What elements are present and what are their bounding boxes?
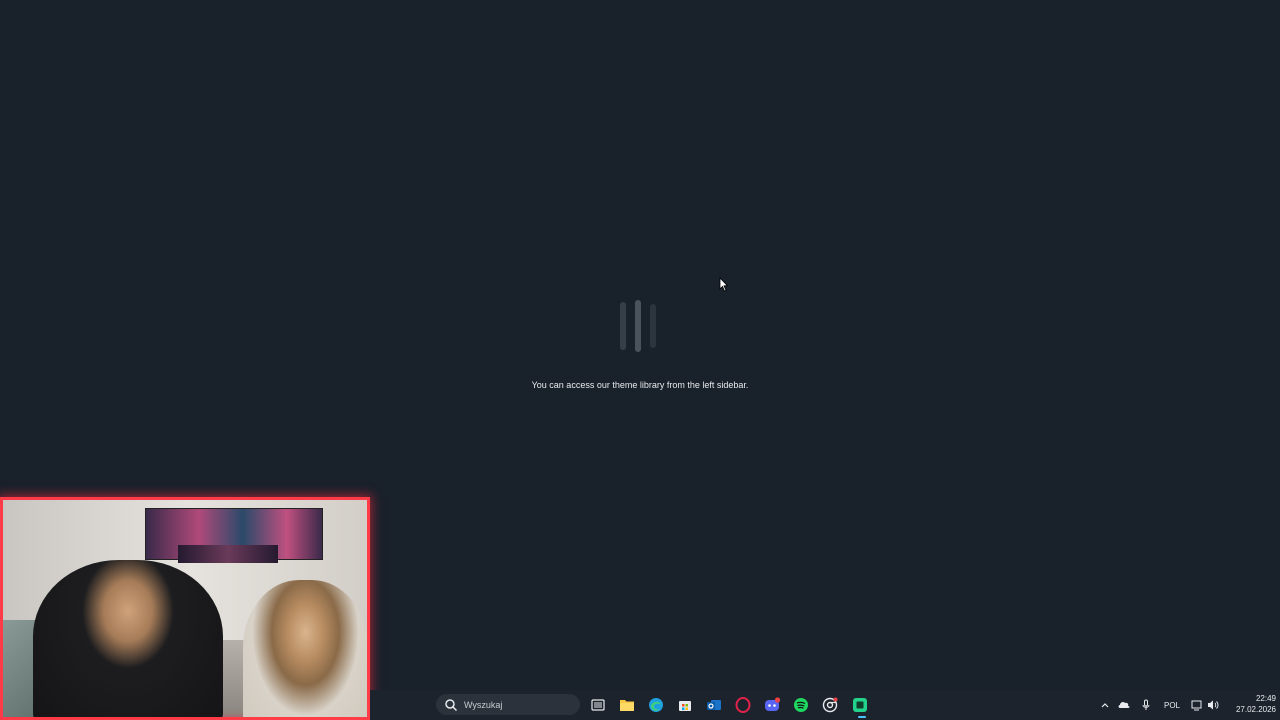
network-icon[interactable] [1189, 697, 1205, 713]
search-icon [445, 698, 458, 711]
taskbar: POL 22:49 27.02.2026 [370, 690, 1280, 720]
task-view-icon[interactable] [590, 697, 606, 713]
microsoft-store-icon[interactable] [677, 697, 693, 713]
loading-bar [650, 304, 656, 348]
app-icon[interactable] [852, 697, 868, 713]
active-app-indicator [858, 716, 866, 718]
discord-icon[interactable] [764, 697, 780, 713]
language-indicator[interactable]: POL [1164, 690, 1180, 720]
clock-date: 27.02.2026 [1235, 705, 1276, 714]
volume-icon[interactable] [1205, 697, 1221, 713]
opera-icon[interactable] [735, 697, 751, 713]
streamer-person [33, 560, 223, 717]
mouse-cursor-icon [719, 277, 729, 292]
loading-spinner [620, 300, 662, 352]
desktop-screen: You can access our theme library from th… [0, 0, 1280, 720]
file-explorer-icon[interactable] [619, 697, 635, 713]
clock-time: 22:49 [1255, 694, 1276, 703]
guest-person [243, 580, 367, 717]
outlook-icon[interactable] [706, 697, 722, 713]
search-input[interactable] [462, 698, 576, 711]
chrome-icon[interactable] [822, 697, 838, 713]
wall-painting-lower [178, 545, 278, 563]
loading-bar [635, 300, 641, 352]
chevron-up-icon[interactable] [1097, 697, 1113, 713]
microphone-icon[interactable] [1138, 697, 1154, 713]
spotify-icon[interactable] [793, 697, 809, 713]
onedrive-icon[interactable] [1116, 697, 1132, 713]
taskbar-clock[interactable]: 22:49 27.02.2026 [1226, 693, 1276, 715]
windows-start-icon[interactable] [411, 697, 426, 712]
taskbar-search[interactable] [436, 694, 580, 715]
loading-bar [620, 302, 626, 350]
webcam-overlay [0, 497, 370, 720]
loading-message: You can access our theme library from th… [531, 380, 749, 390]
edge-icon[interactable] [648, 697, 664, 713]
